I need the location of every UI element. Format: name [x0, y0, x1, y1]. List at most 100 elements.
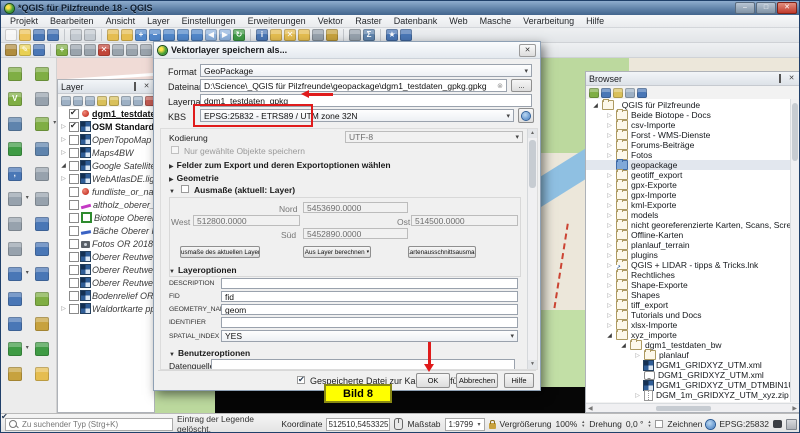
float-panel-icon[interactable] — [775, 75, 784, 83]
mouse-position-icon[interactable] — [394, 418, 403, 430]
crs-status-value[interactable]: EPSG:25832 — [719, 419, 769, 429]
expander-icon[interactable] — [620, 342, 627, 349]
toggle-editing-icon[interactable]: ✎ — [19, 44, 31, 56]
add-mesh-layer-icon[interactable] — [8, 142, 22, 156]
crs-status-icon[interactable] — [706, 420, 715, 429]
messages-icon[interactable] — [773, 420, 782, 428]
field-calculator-icon[interactable] — [326, 29, 338, 41]
lock-scale-icon[interactable] — [489, 423, 496, 429]
open-layer-styling-icon[interactable] — [61, 96, 71, 106]
zoom-to-layer-icon[interactable] — [191, 29, 203, 41]
expander-icon[interactable] — [606, 212, 613, 219]
add-wms-layer-icon[interactable] — [8, 267, 22, 281]
zoom-in-icon[interactable]: + — [135, 29, 147, 41]
expander-icon[interactable] — [606, 142, 613, 149]
crs-picker-button[interactable] — [518, 108, 534, 123]
add-arcgis-rest-icon[interactable] — [35, 242, 49, 256]
encoding-select[interactable]: UTF-8▾ — [345, 131, 523, 143]
layer-visibility-checkbox[interactable] — [69, 148, 79, 158]
menu-item[interactable]: Ansicht — [100, 16, 142, 26]
expander-icon[interactable] — [606, 312, 613, 319]
save-layer-edits-icon[interactable] — [33, 44, 45, 56]
move-feature-icon[interactable] — [70, 44, 82, 56]
copy-features-icon[interactable] — [126, 44, 138, 56]
section-extent[interactable]: ▼ — [169, 185, 178, 195]
section-geometry[interactable]: ▶Geometrie — [169, 173, 219, 183]
tree-item[interactable]: planlauf — [586, 350, 799, 360]
add-xyz-layer-icon[interactable] — [8, 317, 22, 331]
menu-item[interactable]: Masche — [474, 16, 518, 26]
layer-item[interactable]: Bodenrelief OR U... — [58, 289, 154, 302]
search-box[interactable] — [5, 418, 173, 431]
log-messages-icon[interactable] — [786, 419, 797, 430]
delete-selected-icon[interactable]: ✕ — [98, 44, 110, 56]
layer-extent-button[interactable]: Ausmaße des aktuellen Layers — [180, 246, 260, 258]
add-point-cloud-icon[interactable] — [35, 292, 49, 306]
new-shapefile-layer-icon[interactable] — [35, 67, 49, 81]
layer-item[interactable]: Fotos OR 2018-12-11 — [58, 237, 154, 250]
expander-icon[interactable] — [634, 392, 641, 399]
pan-to-selection-icon[interactable] — [121, 29, 133, 41]
datasource-textarea[interactable] — [211, 359, 515, 370]
layer-item[interactable]: fundliste_or_nach_... — [58, 185, 154, 198]
menu-item[interactable]: Layer — [141, 16, 176, 26]
cut-features-icon[interactable] — [112, 44, 124, 56]
magnifier-value[interactable]: 100% — [556, 419, 578, 429]
expand-all-icon[interactable] — [121, 96, 131, 106]
layer-item[interactable]: Waldortkarte pp — [58, 302, 154, 315]
clear-input-icon[interactable]: ⊗ — [497, 82, 503, 90]
save-project-icon[interactable] — [33, 29, 45, 41]
scale-select[interactable]: 1:9799▾ — [445, 418, 485, 431]
layer-item[interactable]: dgm1_testdaten xyz — [58, 107, 154, 120]
tree-item[interactable]: DGM1_GRIDXYZ_UTM.xml — [586, 370, 799, 380]
data-source-manager-icon[interactable] — [8, 67, 22, 81]
maximize-button[interactable]: □ — [756, 2, 776, 14]
select-by-expression-icon[interactable] — [298, 29, 310, 41]
layer-visibility-checkbox[interactable] — [69, 187, 79, 197]
layer-visibility-checkbox[interactable] — [69, 226, 79, 236]
add-group-icon[interactable] — [73, 96, 83, 106]
layer-visibility-checkbox[interactable] — [69, 174, 79, 184]
current-edits-icon[interactable] — [5, 44, 17, 56]
add-spatialite-layer-icon[interactable] — [8, 217, 22, 231]
processing-toolbox-icon[interactable] — [35, 342, 49, 356]
menu-item[interactable]: Projekt — [4, 16, 44, 26]
filter-legend-icon[interactable] — [97, 96, 107, 106]
expander-icon[interactable] — [606, 132, 613, 139]
add-vector-layer-icon[interactable]: V — [8, 92, 22, 106]
pan-map-icon[interactable] — [107, 29, 119, 41]
layer-visibility-checkbox[interactable] — [69, 122, 79, 132]
layer-visibility-checkbox[interactable] — [69, 135, 79, 145]
layer-visibility-checkbox[interactable] — [69, 265, 79, 275]
close-button[interactable]: ✕ — [777, 2, 797, 14]
tree-item[interactable]: DGM1_GRIDXYZ_UTM_DTMBIN1UTM_512800_54 — [586, 380, 799, 390]
expander-icon[interactable] — [606, 292, 613, 299]
zoom-to-selection-icon[interactable] — [177, 29, 189, 41]
spatial-index-select[interactable]: YES▾ — [221, 330, 518, 342]
layer-item[interactable]: Oberer Reutweg — [58, 276, 154, 289]
tree-item[interactable]: dgm1_testdaten_bw — [586, 340, 799, 350]
expander-icon[interactable] — [606, 262, 613, 269]
menu-item[interactable]: Raster — [349, 16, 388, 26]
expander-icon[interactable] — [606, 232, 613, 239]
tree-item[interactable]: DGM1_GRIDXYZ_UTM.xml — [586, 360, 799, 370]
layer-visibility-checkbox[interactable] — [69, 252, 79, 262]
layer-visibility-checkbox[interactable] — [69, 304, 79, 314]
menu-item[interactable]: Web — [443, 16, 473, 26]
new-print-layout-icon[interactable] — [70, 29, 82, 41]
new-bookmark-icon[interactable]: ★ — [386, 29, 398, 41]
expander-icon[interactable] — [606, 332, 613, 339]
show-bookmarks-icon[interactable] — [400, 29, 412, 41]
option-input[interactable]: fid — [221, 291, 518, 302]
layer-visibility-checkbox[interactable] — [69, 239, 79, 249]
browser-horizontal-scrollbar[interactable]: ◀ ▶ — [586, 403, 799, 412]
dialog-close-button[interactable]: ✕ — [519, 44, 536, 57]
save-project-as-icon[interactable] — [47, 29, 59, 41]
deselect-features-icon[interactable]: ✕ — [284, 29, 296, 41]
south-input[interactable]: 5452890.0000 — [303, 228, 408, 239]
layer-item[interactable]: Oberer Reutweg — [58, 263, 154, 276]
add-wcs-layer-icon[interactable] — [35, 217, 49, 231]
menu-item[interactable]: Verarbeitung — [517, 16, 580, 26]
collapse-all-icon[interactable] — [625, 88, 635, 98]
add-db2-layer-icon[interactable] — [35, 192, 49, 206]
